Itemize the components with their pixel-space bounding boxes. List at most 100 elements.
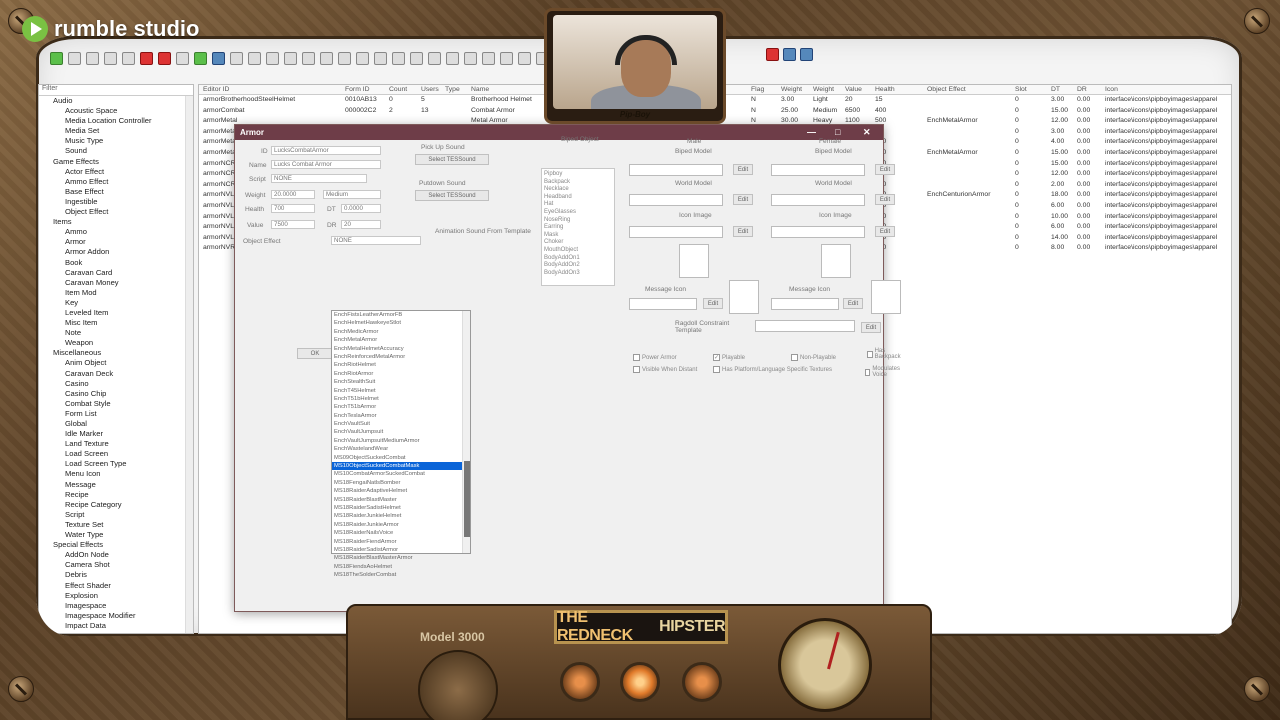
- dropdown-option[interactable]: EnchRiotArmor: [332, 370, 470, 378]
- toolbar-button[interactable]: [194, 51, 207, 65]
- dropdown-option[interactable]: EnchMetalHelmetAccuracy: [332, 345, 470, 353]
- edit-button[interactable]: Edit: [733, 164, 753, 175]
- edit-button[interactable]: Edit: [703, 298, 723, 309]
- dropdown-option[interactable]: EnchT51bArmor: [332, 403, 470, 411]
- biped-slot-item[interactable]: Headband: [544, 194, 612, 202]
- biped-slot-item[interactable]: Pipboy: [544, 171, 612, 179]
- checkbox-icon[interactable]: [791, 354, 798, 361]
- toolbar-button[interactable]: [766, 48, 779, 61]
- tree-item[interactable]: Armor: [39, 237, 193, 247]
- tree-item[interactable]: Misc Item: [39, 318, 193, 328]
- dropdown-option[interactable]: EnchT45Helmet: [332, 387, 470, 395]
- tree-item[interactable]: Recipe Category: [39, 500, 193, 510]
- tree-item[interactable]: Form List: [39, 409, 193, 419]
- tree-category[interactable]: Items: [39, 217, 193, 227]
- tree-item[interactable]: Armor Addon: [39, 247, 193, 257]
- toolbar-button[interactable]: [122, 51, 135, 65]
- column-header[interactable]: Value: [845, 86, 862, 93]
- edit-button[interactable]: Edit: [861, 322, 881, 333]
- tree-category[interactable]: Audio: [39, 96, 193, 106]
- column-header[interactable]: DR: [1077, 86, 1087, 93]
- column-header[interactable]: Slot: [1015, 86, 1027, 93]
- script-select[interactable]: NONE: [271, 174, 367, 183]
- dropdown-option[interactable]: EnchVaultJumpsuit: [332, 428, 470, 436]
- minimize-icon[interactable]: —: [807, 125, 816, 140]
- dt-field[interactable]: 0.0000: [341, 204, 381, 213]
- toolbar-button[interactable]: [284, 51, 297, 65]
- dropdown-option[interactable]: MS10CombatArmorSuckedCombat: [332, 470, 470, 478]
- column-header[interactable]: DT: [1051, 86, 1060, 93]
- name-field[interactable]: Lucks Combat Armor: [271, 160, 381, 169]
- toolbar-button[interactable]: [320, 51, 333, 65]
- dr-field[interactable]: 20: [341, 220, 381, 229]
- checkbox-icon[interactable]: [633, 354, 640, 361]
- column-header[interactable]: Form ID: [345, 86, 370, 93]
- dropdown-option[interactable]: MS18RaiderSadistArmor: [332, 546, 470, 554]
- checkbox-icon[interactable]: ✓: [713, 354, 720, 361]
- toolbar-button[interactable]: [248, 51, 261, 65]
- dropdown-option[interactable]: EnchWastelandWear: [332, 445, 470, 453]
- dropdown-option[interactable]: EnchTeslaArmor: [332, 412, 470, 420]
- dropdown-option[interactable]: MS18FiendsAoHelmet: [332, 563, 470, 571]
- column-header[interactable]: Weight: [781, 86, 802, 93]
- dropdown-option[interactable]: EnchReinforcedMetalArmor: [332, 353, 470, 361]
- tree-item[interactable]: Combat Style: [39, 399, 193, 409]
- tree-item[interactable]: Weapon: [39, 338, 193, 348]
- dropdown-option[interactable]: MS18RaiderJunkieHelmet: [332, 512, 470, 520]
- tree-item[interactable]: Explosion: [39, 591, 193, 601]
- tree-item[interactable]: Casino: [39, 379, 193, 389]
- male-icon-field[interactable]: [629, 226, 723, 238]
- biped-slot-item[interactable]: BodyAddOn1: [544, 255, 612, 263]
- tree-item[interactable]: Anim Object: [39, 358, 193, 368]
- object-effect-select[interactable]: NONE: [331, 236, 421, 245]
- toolbar-button[interactable]: [783, 48, 796, 61]
- toolbar-button[interactable]: [104, 51, 117, 65]
- biped-slot-item[interactable]: BodyAddOn3: [544, 270, 612, 278]
- checkbox-icon[interactable]: [867, 350, 873, 358]
- dropdown-option[interactable]: MS18RaiderBlastMaster: [332, 496, 470, 504]
- tree-item[interactable]: Camera Shot: [39, 560, 193, 570]
- male-world-model-field[interactable]: [629, 194, 723, 206]
- edit-button[interactable]: Edit: [843, 298, 863, 309]
- ok-button[interactable]: OK: [297, 348, 333, 359]
- dropdown-option[interactable]: MS18RaiderAdaptiveHelmet: [332, 487, 470, 495]
- dropdown-option[interactable]: EnchVaultSuit: [332, 420, 470, 428]
- id-field[interactable]: LucksCombatArmor: [271, 146, 381, 155]
- object-effect-dropdown[interactable]: EnchFistsLeatherArmorFB EnchHelmetHawkeye…: [331, 310, 471, 578]
- tree-item[interactable]: Ingestible: [39, 197, 193, 207]
- toolbar-button[interactable]: [356, 51, 369, 65]
- biped-slot-item[interactable]: BodyAddOn2: [544, 262, 612, 270]
- biped-slot-item[interactable]: Choker: [544, 239, 612, 247]
- flag-checkbox[interactable]: Visible When Distant: [633, 366, 697, 373]
- toolbar-button[interactable]: [158, 51, 171, 65]
- tree-item[interactable]: Imagespace Modifier: [39, 611, 193, 621]
- scrollbar-thumb[interactable]: [464, 461, 470, 537]
- dropdown-option[interactable]: MS18TheSolderCombat: [332, 571, 470, 579]
- tree-item[interactable]: Sound: [39, 146, 193, 156]
- tree-item[interactable]: Message: [39, 480, 193, 490]
- flag-checkbox[interactable]: Modulates Voice: [865, 366, 902, 378]
- biped-slot-item[interactable]: Earring: [544, 224, 612, 232]
- tree-item[interactable]: Idle Marker: [39, 429, 193, 439]
- toolbar-button[interactable]: [68, 51, 81, 65]
- biped-slot-item[interactable]: Necklace: [544, 186, 612, 194]
- tree-item[interactable]: Casino Chip: [39, 389, 193, 399]
- toolbar-button[interactable]: [50, 51, 63, 65]
- tree-item[interactable]: Land Texture: [39, 439, 193, 449]
- female-biped-model-field[interactable]: [771, 164, 865, 176]
- tree-item[interactable]: Item Mod: [39, 288, 193, 298]
- tree-item[interactable]: Load Screen Type: [39, 459, 193, 469]
- biped-slot-item[interactable]: Hat: [544, 201, 612, 209]
- column-header[interactable]: Health: [875, 86, 895, 93]
- tree-item[interactable]: Actor Effect: [39, 167, 193, 177]
- edit-button[interactable]: Edit: [875, 164, 895, 175]
- female-message-icon-field[interactable]: [771, 298, 839, 310]
- putdown-sound-button[interactable]: Select TESSound: [415, 190, 489, 201]
- weight-class-select[interactable]: Medium: [323, 190, 381, 199]
- flag-checkbox[interactable]: Non-Playable: [791, 354, 836, 361]
- column-header[interactable]: Flag: [751, 86, 764, 93]
- close-icon[interactable]: ✕: [863, 125, 871, 140]
- flag-checkbox[interactable]: Has Platform/Language Specific Textures: [713, 366, 832, 373]
- toolbar-button[interactable]: [140, 51, 153, 65]
- toolbar-button[interactable]: [302, 51, 315, 65]
